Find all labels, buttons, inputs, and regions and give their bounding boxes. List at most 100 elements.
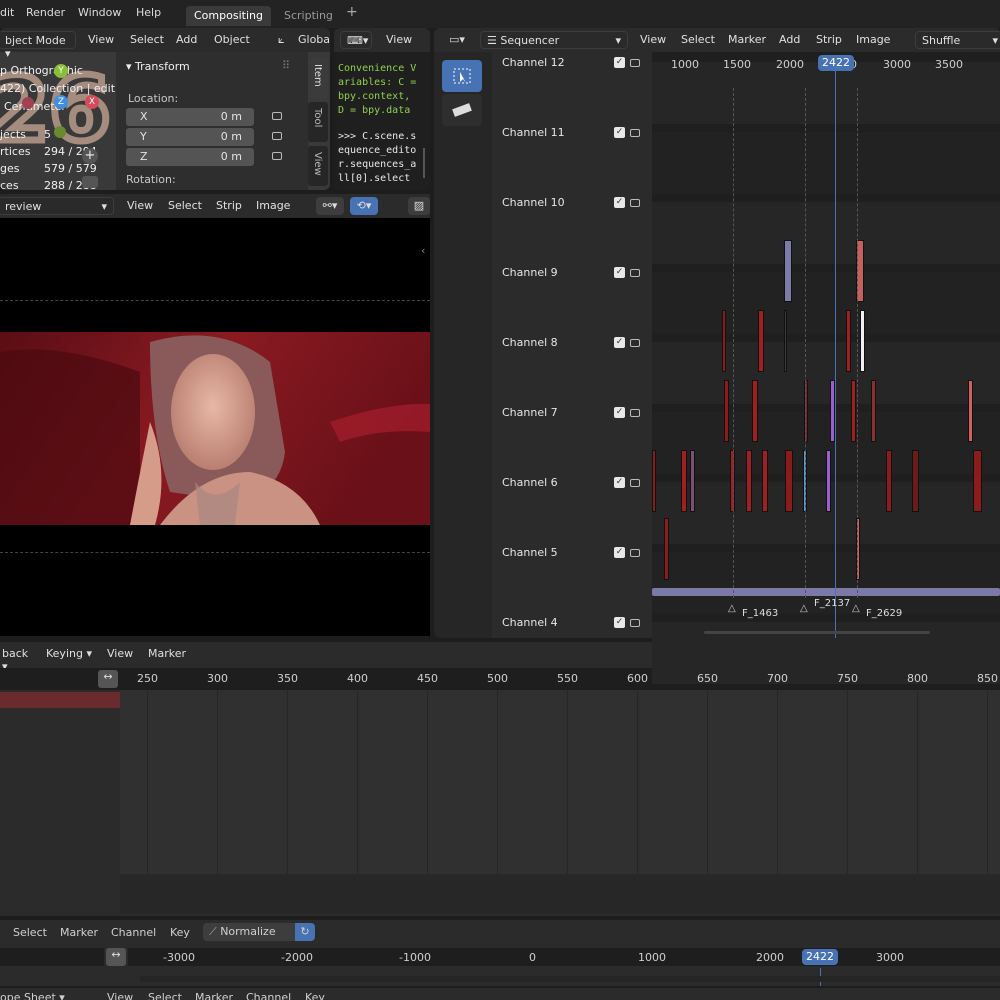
marker-label[interactable]: F_2629 xyxy=(866,608,902,619)
zoom-icon[interactable]: + xyxy=(82,148,98,164)
select-box-tool-icon[interactable] xyxy=(442,60,482,92)
sequence-strip[interactable] xyxy=(826,450,831,512)
channel-lock-icon[interactable] xyxy=(630,59,640,67)
channel-row[interactable] xyxy=(652,272,1000,334)
channel-lock-icon[interactable] xyxy=(630,619,640,627)
sequence-strip[interactable] xyxy=(973,450,982,512)
mode-dropdown[interactable]: bject Mode ▾ xyxy=(0,31,76,60)
sequence-strip[interactable] xyxy=(758,310,764,372)
preview-menu-strip[interactable]: Strip xyxy=(216,199,242,212)
marker-triangle-icon[interactable]: △ xyxy=(728,603,736,614)
dopesheet-mode-dropdown[interactable]: ope Sheet ▾ xyxy=(0,991,65,1000)
menu-window[interactable]: Window xyxy=(78,6,121,19)
channel-lock-icon[interactable] xyxy=(630,339,640,347)
seq-menu-marker[interactable]: Marker xyxy=(728,33,766,46)
marker-triangle-icon[interactable]: △ xyxy=(852,603,860,614)
seq-menu-image[interactable]: Image xyxy=(856,33,890,46)
console-menu-view[interactable]: View xyxy=(386,33,412,46)
channel-lock-icon[interactable] xyxy=(630,269,640,277)
viewport-3d[interactable]: bject Mode ▾ View Select Add Object ⟀ Gl… xyxy=(0,28,330,190)
channel-mute-checkbox[interactable]: ✓ xyxy=(614,547,625,558)
preview-menu-image[interactable]: Image xyxy=(256,199,290,212)
preview-menu-view[interactable]: View xyxy=(127,199,153,212)
sequence-strip[interactable] xyxy=(681,450,687,512)
tab-item[interactable]: Item xyxy=(308,58,328,98)
seq-menu-view[interactable]: View xyxy=(640,33,666,46)
lock-x-icon[interactable] xyxy=(272,112,282,120)
pan-hand-icon[interactable] xyxy=(82,176,98,188)
viewport-menu-select[interactable]: Select xyxy=(130,33,164,46)
seq-menu-strip[interactable]: Strip xyxy=(816,33,842,46)
keying-dropdown[interactable]: Keying ▾ xyxy=(40,645,98,663)
seq-menu-add[interactable]: Add xyxy=(779,33,800,46)
transform-section-header[interactable]: ▾ Transform xyxy=(126,60,190,73)
gizmo-x-icon[interactable]: X xyxy=(85,95,99,109)
tab-scripting[interactable]: Scripting xyxy=(276,6,341,26)
timeline-area[interactable] xyxy=(120,690,1000,874)
transform-orientation-icon[interactable]: ⟀ xyxy=(278,33,285,47)
sequence-strip[interactable] xyxy=(722,310,726,372)
playback-dropdown[interactable]: back ▾ xyxy=(0,645,36,673)
channel-mute-checkbox[interactable]: ✓ xyxy=(614,127,625,138)
channel-lock-icon[interactable] xyxy=(630,479,640,487)
preview-menu-select[interactable]: Select xyxy=(168,199,202,212)
channel-lock-icon[interactable] xyxy=(630,409,640,417)
channel-mute-checkbox[interactable]: ✓ xyxy=(614,407,625,418)
orientation-dropdown[interactable]: Global xyxy=(298,33,330,46)
expand-channels-icon[interactable]: ↔ xyxy=(98,670,118,688)
viewport-menu-view[interactable]: View xyxy=(88,33,114,46)
tab-tool[interactable]: Tool xyxy=(308,102,328,142)
channel-row[interactable] xyxy=(652,202,1000,264)
sequence-strip[interactable] xyxy=(652,450,656,512)
graph-menu-key[interactable]: Key xyxy=(170,926,190,939)
sequence-strip[interactable] xyxy=(784,240,792,302)
channel-mute-checkbox[interactable]: ✓ xyxy=(614,57,625,68)
dopesheet-header[interactable]: ope Sheet ▾ View Select Marker Channel K… xyxy=(0,988,1000,1000)
timeline-menu-view[interactable]: View xyxy=(107,647,133,660)
menu-edit[interactable]: dit xyxy=(0,6,14,19)
timeline-summary-row[interactable] xyxy=(0,692,120,708)
sequence-strip[interactable] xyxy=(846,310,851,372)
ds-menu-marker[interactable]: Marker xyxy=(195,991,233,1000)
channel-mute-checkbox[interactable]: ✓ xyxy=(614,267,625,278)
menu-render[interactable]: Render xyxy=(26,6,65,19)
channel-row[interactable] xyxy=(652,62,1000,124)
sidebar-toggle-icon[interactable]: ‹ xyxy=(421,244,425,257)
sequence-strip[interactable] xyxy=(871,380,876,442)
menu-help[interactable]: Help xyxy=(136,6,161,19)
sequence-strip[interactable] xyxy=(912,450,919,512)
sequence-strip[interactable] xyxy=(785,450,793,512)
editor-type-icon[interactable]: ▭▾ xyxy=(444,31,470,49)
graph-scroll-track[interactable] xyxy=(140,976,1000,982)
sequencer-scrollbar[interactable] xyxy=(704,631,930,634)
gizmo-y-icon[interactable]: Y xyxy=(54,64,68,78)
marker-label[interactable]: F_1463 xyxy=(742,608,778,619)
viewport-menu-object[interactable]: Object xyxy=(214,33,250,46)
lock-z-icon[interactable] xyxy=(272,152,282,160)
graph-menu-select[interactable]: Select xyxy=(13,926,47,939)
location-x-field[interactable]: X0 m xyxy=(126,108,254,126)
tab-view[interactable]: View xyxy=(308,146,328,186)
sequence-strip[interactable] xyxy=(762,450,768,512)
graph-ruler[interactable] xyxy=(128,948,1000,966)
overlap-mode-dropdown[interactable]: Shuffle ▾ xyxy=(915,31,1000,49)
graph-menu-marker[interactable]: Marker xyxy=(60,926,98,939)
marker-triangle-icon[interactable]: △ xyxy=(800,603,808,614)
editor-type-dropdown[interactable]: ⌨▾ xyxy=(340,31,372,49)
playhead-line[interactable] xyxy=(835,70,836,638)
ds-menu-key[interactable]: Key xyxy=(305,991,325,1000)
tab-compositing[interactable]: Compositing xyxy=(186,6,271,26)
gizmo-neg-x-icon[interactable] xyxy=(22,97,34,109)
sequence-strip[interactable] xyxy=(968,380,973,442)
drag-handle-icon[interactable]: ⠿ xyxy=(282,59,290,72)
viewport-menu-add[interactable]: Add xyxy=(176,33,197,46)
graph-expand-icon[interactable]: ↔ xyxy=(106,948,126,966)
sequence-strip[interactable] xyxy=(886,450,892,512)
blade-tool-icon[interactable] xyxy=(442,94,482,126)
snap-icon[interactable]: ⟲▾ xyxy=(350,197,378,215)
channel-lock-icon[interactable] xyxy=(630,129,640,137)
sequence-strip[interactable] xyxy=(724,380,729,442)
channel-row[interactable] xyxy=(652,132,1000,194)
channel-mute-checkbox[interactable]: ✓ xyxy=(614,477,625,488)
channel-row[interactable] xyxy=(652,342,1000,404)
